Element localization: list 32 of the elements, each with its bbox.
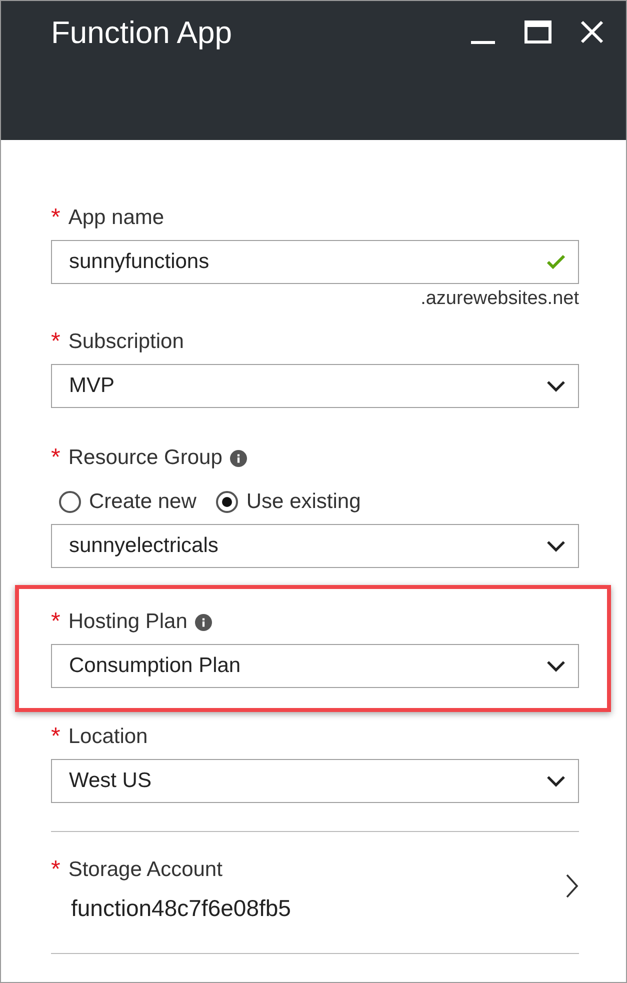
caret-icon	[546, 380, 566, 392]
dropdown[interactable]: MVP	[51, 364, 579, 408]
close-icon[interactable]	[580, 20, 604, 44]
caret-icon	[546, 775, 566, 787]
field-label: Location	[68, 725, 148, 749]
dropdown[interactable]: sunnyelectricals	[51, 524, 579, 568]
field-label: Subscription	[68, 330, 184, 354]
storage-account-value: function48c7f6e08fb5	[70, 894, 291, 922]
required-asterisk: *	[51, 723, 60, 751]
dropdown[interactable]: Consumption Plan	[51, 644, 579, 688]
dropdown[interactable]: West US	[51, 759, 579, 803]
storage-account-row[interactable]: * Storage Account function48c7f6e08fb5	[51, 832, 579, 953]
maximize-icon[interactable]	[524, 20, 552, 44]
required-asterisk: *	[51, 328, 60, 356]
caret-icon	[546, 660, 566, 672]
field-label: Hosting Plan	[68, 610, 188, 634]
field-label: Storage Account	[68, 858, 222, 882]
text-field[interactable]: sunnyfunctions	[51, 240, 579, 284]
domain-suffix: .azurewebsites.net	[420, 287, 579, 311]
required-asterisk: *	[51, 204, 60, 232]
radio-option[interactable]: Create new	[59, 490, 196, 514]
info-icon[interactable]	[195, 614, 212, 630]
chevron-right-icon	[565, 873, 579, 899]
field-label: Resource Group	[68, 446, 222, 470]
required-asterisk: *	[51, 608, 60, 636]
info-icon[interactable]	[230, 450, 248, 466]
required-asterisk: *	[51, 444, 60, 472]
window-title: Function App	[51, 15, 232, 51]
field-label: App name	[68, 206, 164, 230]
caret-icon	[546, 540, 566, 552]
required-asterisk: *	[51, 856, 60, 884]
radio-option[interactable]: Use existing	[216, 490, 361, 514]
